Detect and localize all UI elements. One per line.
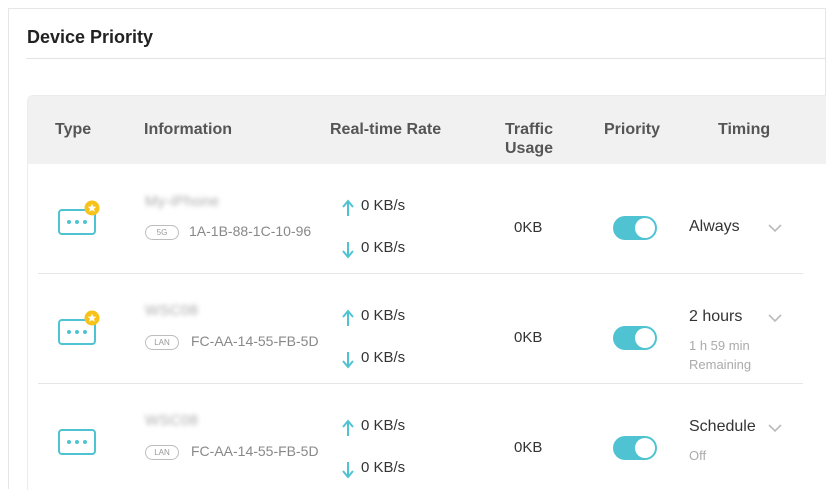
device-name: My-iPhone xyxy=(145,193,220,210)
connection-badge: LAN xyxy=(145,335,179,350)
mac-address: FC-AA-14-55-FB-5D xyxy=(191,443,319,459)
arrow-up-icon xyxy=(342,419,354,436)
device-priority-panel: Device Priority Type Information Real-ti… xyxy=(8,8,826,490)
connection-badge: 5G xyxy=(145,225,179,240)
device-table: Type Information Real-time Rate Traffic … xyxy=(27,95,826,490)
timing-remaining-label: Remaining xyxy=(689,357,752,372)
chevron-down-icon[interactable] xyxy=(768,224,782,233)
toggle-knob xyxy=(635,328,655,348)
upload-rate: 0 KB/s xyxy=(361,197,406,214)
priority-toggle[interactable] xyxy=(613,436,657,460)
header-traffic-line2: Usage xyxy=(505,140,554,157)
toggle-knob xyxy=(635,438,655,458)
table-header: Type Information Real-time Rate Traffic … xyxy=(28,96,826,164)
mac-address: 1A-1B-88-1C-10-96 xyxy=(189,223,312,239)
arrow-down-icon xyxy=(342,242,354,259)
arrow-up-icon xyxy=(342,199,354,216)
traffic-usage: 0KB xyxy=(514,439,543,456)
header-information: Information xyxy=(144,121,232,138)
arrow-up-icon xyxy=(342,309,354,326)
title-divider xyxy=(26,58,826,59)
device-name: WSC08 xyxy=(145,412,199,429)
table-row: WSC08 LAN FC-AA-14-55-FB-5D 0 KB/s 0 KB/… xyxy=(28,384,826,490)
header-traffic-line1: Traffic xyxy=(505,121,554,138)
table-row: WSC08 LAN FC-AA-14-55-FB-5D 0 KB/s 0 KB/… xyxy=(28,274,826,384)
download-rate: 0 KB/s xyxy=(361,459,406,476)
header-timing: Timing xyxy=(718,121,771,138)
priority-toggle[interactable] xyxy=(613,216,657,240)
download-rate: 0 KB/s xyxy=(361,239,406,256)
star-badge-icon xyxy=(84,310,100,326)
device-name: WSC08 xyxy=(145,302,199,319)
panel-title: Device Priority xyxy=(27,27,154,47)
mac-address: FC-AA-14-55-FB-5D xyxy=(191,333,319,349)
timing-status: Off xyxy=(689,448,707,463)
device-dots-icon xyxy=(58,200,100,235)
traffic-usage: 0KB xyxy=(514,329,543,346)
star-badge-icon xyxy=(84,200,100,216)
arrow-down-icon xyxy=(342,462,354,479)
timing-remaining: 1 h 59 min xyxy=(689,338,750,353)
table-row: My-iPhone 5G 1A-1B-88-1C-10-96 0 KB/s 0 … xyxy=(28,164,826,274)
upload-rate: 0 KB/s xyxy=(361,417,406,434)
device-dots-icon xyxy=(58,310,100,345)
header-priority: Priority xyxy=(604,121,661,138)
header-type: Type xyxy=(55,121,92,138)
toggle-knob xyxy=(635,218,655,238)
arrow-down-icon xyxy=(342,352,354,369)
traffic-usage: 0KB xyxy=(514,219,543,236)
timing-select[interactable]: Always xyxy=(689,218,740,236)
header-rate: Real-time Rate xyxy=(330,121,442,138)
connection-badge: LAN xyxy=(145,445,179,460)
timing-select[interactable]: 2 hours xyxy=(689,308,742,326)
priority-toggle[interactable] xyxy=(613,326,657,350)
device-dots-icon xyxy=(58,429,96,455)
download-rate: 0 KB/s xyxy=(361,349,406,366)
chevron-down-icon[interactable] xyxy=(768,314,782,323)
chevron-down-icon[interactable] xyxy=(768,424,782,433)
timing-select[interactable]: Schedule xyxy=(689,418,756,436)
upload-rate: 0 KB/s xyxy=(361,307,406,324)
